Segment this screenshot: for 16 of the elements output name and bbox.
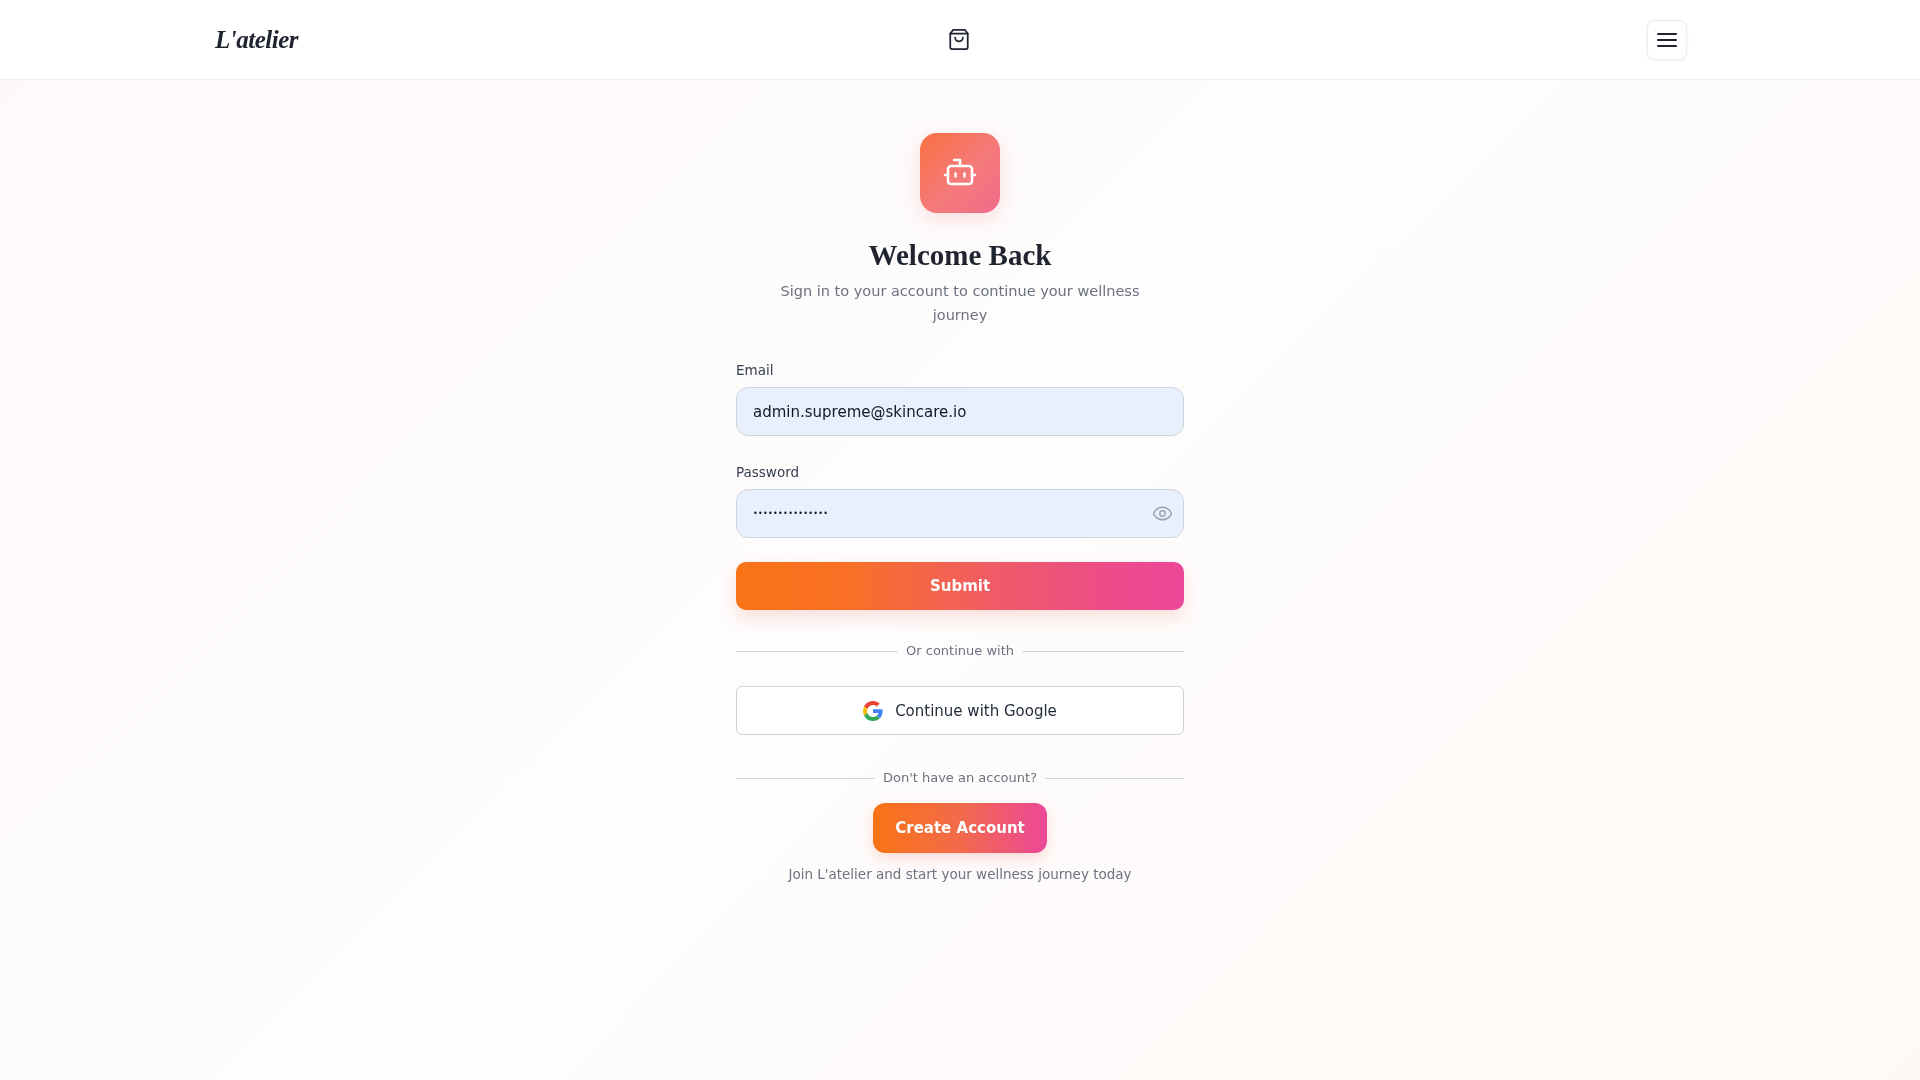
google-sign-in-button[interactable]: Continue with Google bbox=[736, 686, 1184, 735]
field-label: Password bbox=[736, 463, 800, 482]
password-field[interactable]: ••••••••••••••• bbox=[736, 489, 1184, 538]
robot-icon bbox=[920, 133, 1000, 213]
page-title: Welcome Back bbox=[868, 238, 1052, 273]
shopping-bag-icon[interactable] bbox=[949, 29, 969, 50]
page-subtitle: Sign in to your account to continue your wellness journey bbox=[779, 282, 1141, 325]
divider-text: Don't have an account? bbox=[882, 769, 1038, 787]
menu-icon bbox=[1657, 31, 1677, 48]
google-g-icon bbox=[863, 700, 884, 721]
signup-note: Join L'atelier and start your wellness journey today bbox=[786, 865, 1133, 884]
logo[interactable]: L'atelier bbox=[215, 25, 298, 54]
email-field[interactable]: admin.supreme@skincare.io bbox=[736, 387, 1184, 436]
field-label: Email bbox=[736, 361, 774, 380]
divider-text: Or continue with bbox=[906, 642, 1014, 660]
menu-button[interactable] bbox=[1647, 19, 1687, 60]
